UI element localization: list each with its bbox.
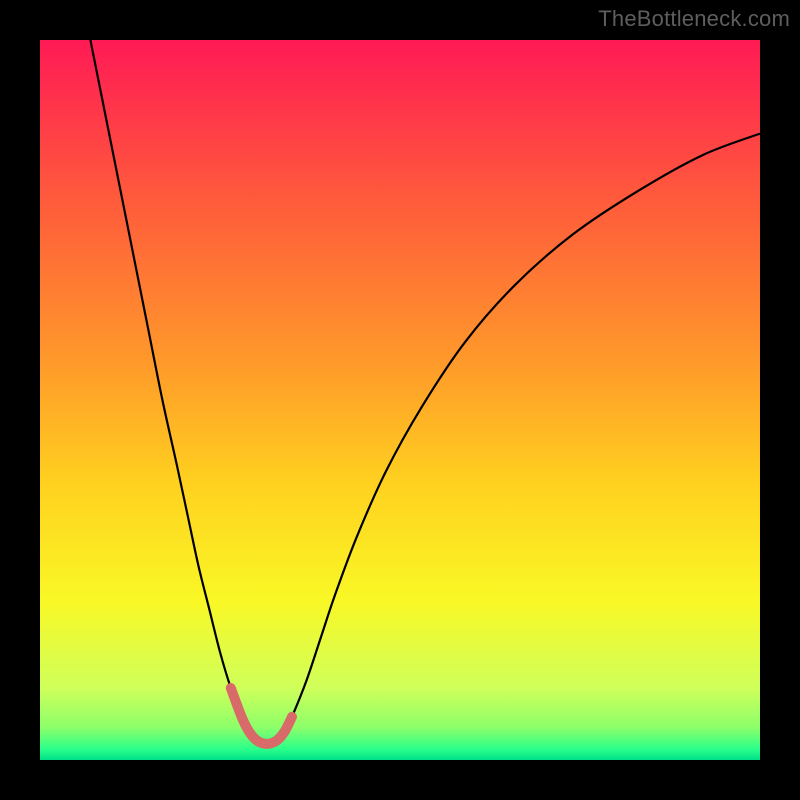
watermark-label: TheBottleneck.com [598,6,790,32]
plot-area [40,40,760,760]
chart-frame: TheBottleneck.com [0,0,800,800]
chart-svg [40,40,760,760]
gradient-backdrop [40,40,760,760]
